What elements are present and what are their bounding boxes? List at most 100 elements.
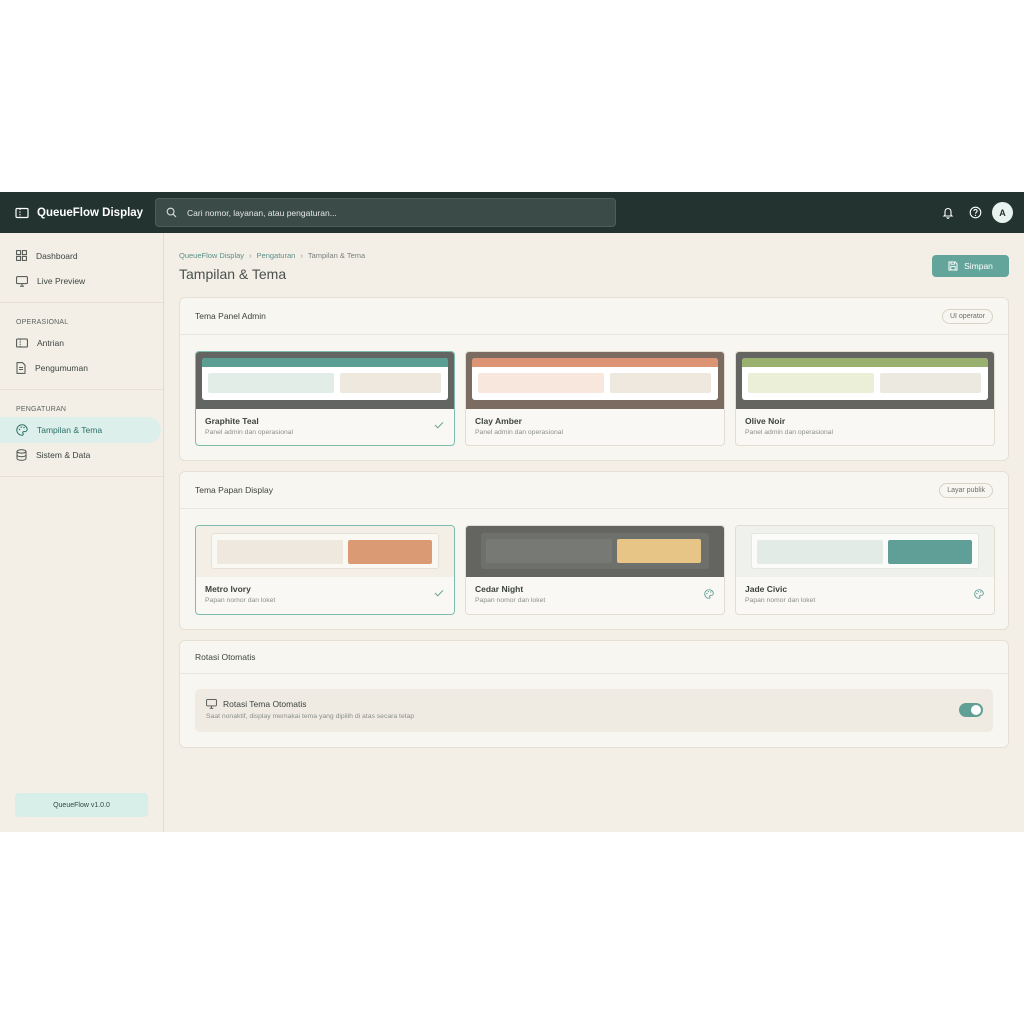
document-icon <box>16 362 26 375</box>
theme-preview <box>196 352 454 409</box>
theme-preview-block <box>757 540 883 564</box>
sidebar-heading-operasional: OPERASIONAL <box>16 319 69 326</box>
theme-name: Jade Civic <box>745 584 788 594</box>
sidebar-pengaturan-section: PENGATURAN Tampilan & Tema Sistem & Data <box>0 390 163 477</box>
search-icon <box>166 207 177 218</box>
sidebar-heading-pengaturan: PENGATURAN <box>16 406 67 413</box>
ui-operator-badge: UI operator <box>941 308 993 324</box>
theme-description: Papan nomor dan loket <box>205 597 276 604</box>
theme-option-graphite-teal[interactable]: Graphite Teal Panel admin dan operasiona… <box>195 351 455 446</box>
theme-info: Jade Civic Papan nomor dan loket <box>745 584 815 604</box>
palette-icon <box>16 424 28 436</box>
top-bar: QueueFlow Display A <box>0 192 1024 233</box>
save-icon <box>948 261 958 271</box>
theme-option-metro-ivory[interactable]: Metro Ivory Papan nomor dan loket <box>195 525 455 615</box>
theme-preview-window <box>742 358 988 400</box>
theme-preview-block <box>888 540 972 564</box>
rotation-setting-label: Rotasi Tema Otomatis <box>223 699 307 709</box>
version-badge: QueueFlow v1.0.0 <box>15 793 148 817</box>
grid-icon <box>16 250 27 262</box>
rotation-toggle[interactable] <box>959 703 983 717</box>
sidebar-item-live-preview[interactable]: Live Preview <box>0 269 161 295</box>
theme-info: Olive Noir Panel admin dan operasional <box>745 416 833 436</box>
sidebar-item-sistem-data[interactable]: Sistem & Data <box>0 443 161 469</box>
theme-preview-block <box>486 539 612 563</box>
theme-info: Clay Amber Panel admin dan operasional <box>475 416 563 436</box>
theme-preview <box>736 352 994 409</box>
rotation-setting-description: Saat nonaktif, display memakai tema yang… <box>206 713 415 720</box>
theme-preview-block <box>348 540 432 564</box>
app-window: QueueFlow Display A Dashboard Live Prev <box>0 192 1024 832</box>
theme-preview <box>196 526 454 577</box>
theme-name: Graphite Teal <box>205 416 259 426</box>
theme-description: Panel admin dan operasional <box>205 429 294 436</box>
theme-preview-window <box>472 358 718 400</box>
sidebar-item-pengumuman[interactable]: Pengumuman <box>0 356 161 382</box>
help-icon[interactable] <box>965 203 985 223</box>
breadcrumb-link-pengaturan[interactable]: Pengaturan <box>257 251 296 260</box>
theme-name: Cedar Night <box>475 584 524 594</box>
theme-info: Cedar Night Papan nomor dan loket <box>475 584 545 604</box>
theme-option-clay-amber[interactable]: Clay Amber Panel admin dan operasional <box>465 351 725 446</box>
card-header: Tema Papan Display Layar publik <box>180 472 1008 509</box>
theme-preview-block <box>610 373 711 393</box>
sidebar-item-dashboard[interactable]: Dashboard <box>0 243 161 269</box>
theme-info: Metro Ivory Papan nomor dan loket <box>205 584 275 604</box>
sidebar-item-antrian[interactable]: Antrian <box>0 330 161 356</box>
breadcrumb-link-home[interactable]: QueueFlow Display <box>179 251 244 260</box>
notification-bell-icon[interactable] <box>938 203 958 223</box>
theme-option-cedar-night[interactable]: Cedar Night Papan nomor dan loket <box>465 525 725 615</box>
check-icon <box>434 421 444 429</box>
theme-option-jade-civic[interactable]: Jade Civic Papan nomor dan loket <box>735 525 995 615</box>
card-title: Tema Papan Display <box>195 485 273 495</box>
card-header: Tema Panel Admin UI operator <box>180 298 1008 335</box>
theme-preview-window <box>751 533 979 569</box>
theme-preview-block <box>748 373 874 393</box>
monitor-icon <box>206 699 217 709</box>
theme-preview-block <box>880 373 981 393</box>
palette-icon <box>974 589 984 599</box>
ticket-icon <box>16 338 28 348</box>
sidebar-item-tampilan-tema[interactable]: Tampilan & Tema <box>0 417 161 443</box>
sidebar-item-label: Tampilan & Tema <box>37 424 103 435</box>
theme-preview <box>466 352 724 409</box>
sidebar-item-label: Live Preview <box>37 276 86 287</box>
card-header: Rotasi Otomatis <box>180 641 1008 674</box>
avatar[interactable]: A <box>992 202 1013 223</box>
card-title: Rotasi Otomatis <box>195 652 256 662</box>
admin-theme-list: Graphite Teal Panel admin dan operasiona… <box>195 351 995 446</box>
search-box[interactable] <box>155 198 616 227</box>
display-theme-list: Metro Ivory Papan nomor dan loket Cedar … <box>195 525 995 615</box>
theme-option-olive-noir[interactable]: Olive Noir Panel admin dan operasional <box>735 351 995 446</box>
theme-preview-block <box>617 539 701 563</box>
admin-theme-card: Tema Panel Admin UI operator Graphite Te… <box>179 297 1009 461</box>
sidebar-item-label: Dashboard <box>36 250 78 261</box>
save-button-label: Simpan <box>964 261 993 271</box>
theme-name: Clay Amber <box>475 416 522 426</box>
theme-preview-block <box>208 373 334 393</box>
breadcrumb-current: Tampilan & Tema <box>307 251 366 260</box>
sidebar-operasional-section: OPERASIONAL Antrian Pengumuman <box>0 303 163 390</box>
theme-preview-window <box>202 358 448 400</box>
save-button[interactable]: Simpan <box>932 255 1009 277</box>
rotation-setting-row: Rotasi Tema Otomatis Saat nonaktif, disp… <box>195 689 993 732</box>
search-input[interactable] <box>187 207 587 218</box>
theme-preview <box>466 526 724 577</box>
top-actions: A <box>931 202 1013 223</box>
card-title: Tema Panel Admin <box>195 311 266 321</box>
theme-preview <box>736 526 994 577</box>
page-title: Tampilan & Tema <box>179 266 287 282</box>
brand-name: QueueFlow Display <box>37 206 144 219</box>
sidebar: Dashboard Live Preview OPERASIONAL Antri… <box>0 233 164 832</box>
theme-preview-block <box>217 540 343 564</box>
theme-description: Panel admin dan operasional <box>475 429 564 436</box>
brand[interactable]: QueueFlow Display <box>0 207 155 219</box>
toggle-knob <box>971 705 981 715</box>
check-icon <box>434 589 444 597</box>
theme-preview-block <box>478 373 604 393</box>
sidebar-main-section: Dashboard Live Preview <box>0 233 163 303</box>
breadcrumb-separator: › <box>300 251 303 260</box>
breadcrumb-separator: › <box>249 251 252 260</box>
database-icon <box>16 449 27 462</box>
theme-name: Olive Noir <box>745 416 786 426</box>
